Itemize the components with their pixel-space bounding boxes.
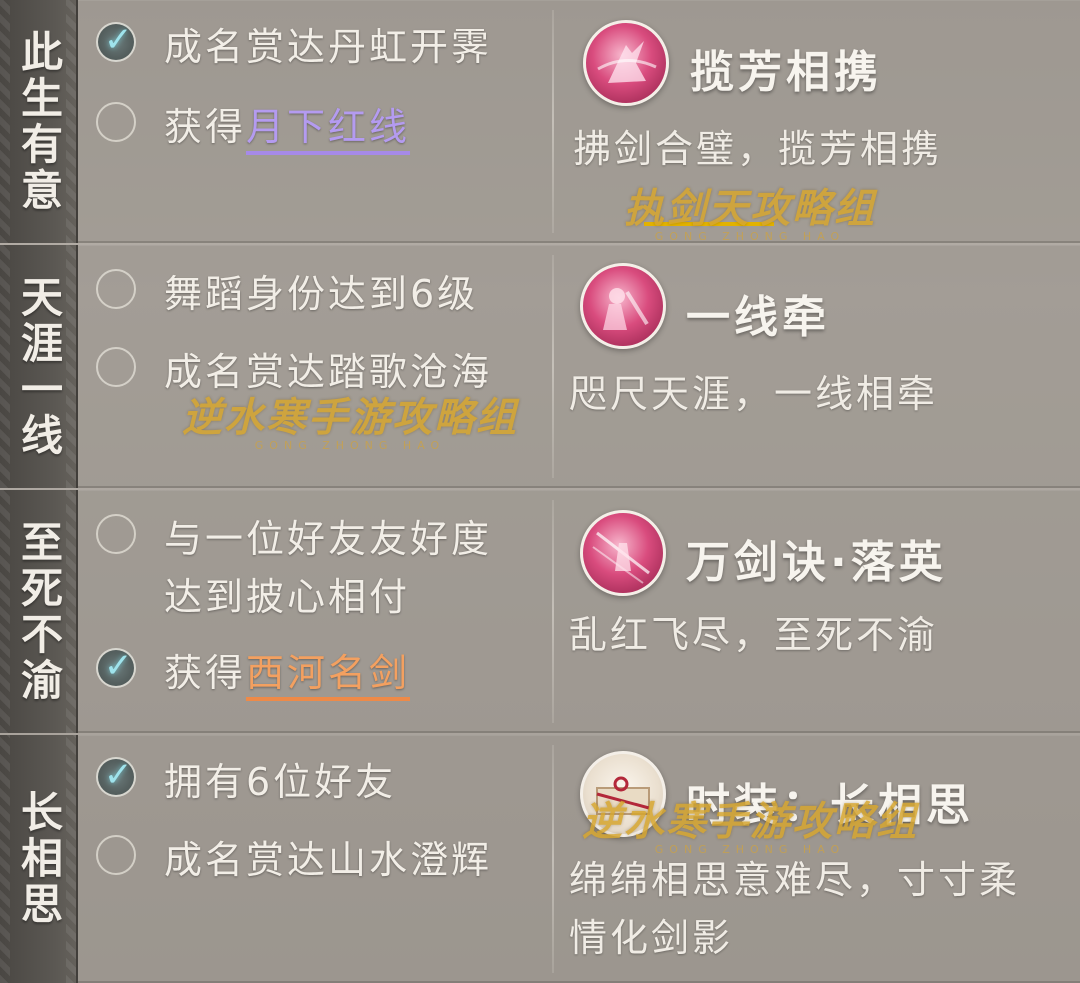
section-side-banner: 至死不渝: [0, 490, 78, 733]
sword-dancer-icon[interactable]: [583, 20, 669, 106]
column-divider: [552, 500, 554, 723]
section-ci-sheng-you-yi: 此生有意 ✓ 成名赏达丹虹开霁 获得月下红线 揽芳相携 拂剑合璧，揽芳相携 执剑…: [0, 0, 1080, 243]
condition-item[interactable]: 获得月下红线: [96, 98, 411, 156]
section-title: 此生有意: [14, 29, 64, 214]
watermark-subtext: GONG ZHONG HAO: [654, 230, 846, 243]
section-side-banner: 此生有意: [0, 0, 78, 243]
checkmark-icon: ✓: [104, 755, 133, 795]
condition-text: 成名赏达山水澄辉: [164, 838, 493, 882]
watermark-underline: [644, 222, 774, 226]
section-title: 天涯一线: [14, 274, 64, 459]
condition-text: 成名赏达踏歌沧海: [164, 350, 493, 394]
sword-skill-icon[interactable]: [580, 510, 666, 596]
dance-pair-icon[interactable]: [580, 263, 666, 349]
check-circle-empty[interactable]: [96, 835, 136, 875]
column-divider: [552, 745, 554, 973]
reward-description: 绵绵相思意难尽，寸寸柔 情化剑影: [569, 858, 1021, 960]
condition-item[interactable]: 舞蹈身份达到6级: [96, 265, 478, 323]
watermark: 执剑天攻略组 GONG ZHONG HAO: [560, 176, 940, 243]
section-side-banner: 天涯一线: [0, 245, 78, 488]
condition-text: 拥有6位好友: [164, 760, 397, 804]
condition-text: 成名赏达丹虹开霁: [164, 25, 493, 69]
check-circle-empty[interactable]: [96, 514, 136, 554]
section-zhi-si-bu-yu: 至死不渝 与一位好友友好度 达到披心相付 ✓ 获得西河名剑 万剑诀·落英 乱红飞尽…: [0, 490, 1080, 733]
check-circle-checked[interactable]: ✓: [96, 755, 136, 797]
condition-text: 获得西河名剑: [164, 644, 411, 702]
section-side-banner: 长相思: [0, 735, 78, 983]
reward-title: 一线牵: [686, 292, 830, 343]
check-circle-empty[interactable]: [96, 347, 136, 387]
section-tian-ya-yi-xian: 天涯一线 舞蹈身份达到6级 成名赏达踏歌沧海 一线牵 咫尺天涯，一线相牵 逆水寒…: [0, 245, 1080, 488]
check-circle-checked[interactable]: ✓: [96, 20, 136, 62]
section-chang-xiang-si: 长相思 ✓ 拥有6位好友 成名赏达山水澄辉 时装：长相思 绵绵相思意难尽，寸寸柔…: [0, 735, 1080, 983]
condition-item[interactable]: ✓ 拥有6位好友: [96, 753, 396, 811]
condition-text: 与一位好友友好度 达到披心相付: [164, 517, 493, 619]
condition-item[interactable]: 成名赏达踏歌沧海: [96, 343, 492, 401]
check-circle-empty[interactable]: [96, 102, 136, 142]
reward-title: 揽芳相携: [690, 47, 882, 98]
condition-text: 舞蹈身份达到6级: [164, 272, 479, 316]
section-title: 长相思: [14, 790, 64, 928]
condition-item[interactable]: 与一位好友友好度 达到披心相付: [96, 510, 492, 626]
highlight-item-link[interactable]: 西河名剑: [246, 651, 411, 701]
reward-description: 咫尺天涯，一线相牵: [569, 372, 939, 416]
condition-item[interactable]: ✓ 获得西河名剑: [96, 644, 411, 702]
condition-item[interactable]: 成名赏达山水澄辉: [96, 831, 492, 889]
reward-description: 乱红飞尽，至死不渝: [569, 613, 939, 657]
reward-title: 万剑诀·落英: [686, 537, 947, 588]
check-circle-empty[interactable]: [96, 269, 136, 309]
reward-description: 拂剑合璧，揽芳相携: [573, 127, 943, 171]
condition-item[interactable]: ✓ 成名赏达丹虹开霁: [96, 18, 492, 76]
watermark-subtext: GONG ZHONG HAO: [254, 439, 446, 452]
check-circle-checked[interactable]: ✓: [96, 646, 136, 688]
section-title: 至死不渝: [14, 519, 64, 704]
checkmark-icon: ✓: [104, 646, 133, 686]
condition-text: 获得月下红线: [164, 98, 411, 156]
highlight-item-link[interactable]: 月下红线: [246, 105, 411, 155]
reward-title: 时装：长相思: [686, 780, 974, 831]
column-divider: [552, 10, 554, 233]
gift-box-icon[interactable]: [580, 751, 666, 837]
checkmark-icon: ✓: [104, 20, 133, 60]
column-divider: [552, 255, 554, 478]
watermark-text: 执剑天攻略组: [624, 185, 876, 232]
